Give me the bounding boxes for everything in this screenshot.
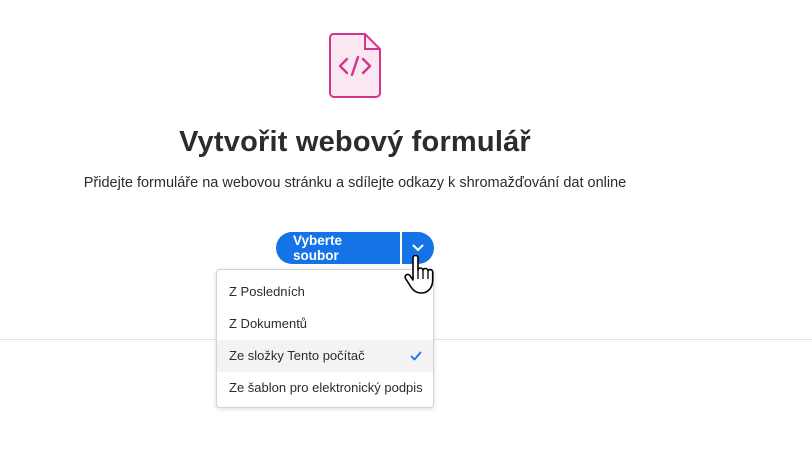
page-subtitle: Přidejte formuláře na webovou stránku a … — [83, 175, 627, 191]
menu-item-signature-templates[interactable]: Ze šablon pro elektronický podpis — [217, 372, 433, 404]
menu-item-recent[interactable]: Z Posledních — [217, 276, 433, 308]
code-file-icon — [329, 33, 381, 98]
menu-item-label: Ze složky Tento počítač — [229, 348, 365, 363]
menu-item-this-computer[interactable]: Ze složky Tento počítač — [217, 340, 433, 372]
hand-pointer-cursor — [404, 255, 434, 294]
menu-item-label: Z Dokumentů — [229, 316, 308, 331]
checkmark-icon — [410, 351, 422, 361]
select-file-button[interactable]: Vyberte soubor — [276, 232, 400, 264]
page: Vytvořit webový formulář Přidejte formul… — [0, 0, 812, 467]
chevron-down-icon — [412, 244, 424, 251]
page-title: Vytvořit webový formulář — [179, 126, 531, 158]
menu-item-documents[interactable]: Z Dokumentů — [217, 308, 433, 340]
menu-item-label: Z Posledních — [229, 284, 305, 299]
menu-item-label: Ze šablon pro elektronický podpis — [229, 380, 423, 395]
